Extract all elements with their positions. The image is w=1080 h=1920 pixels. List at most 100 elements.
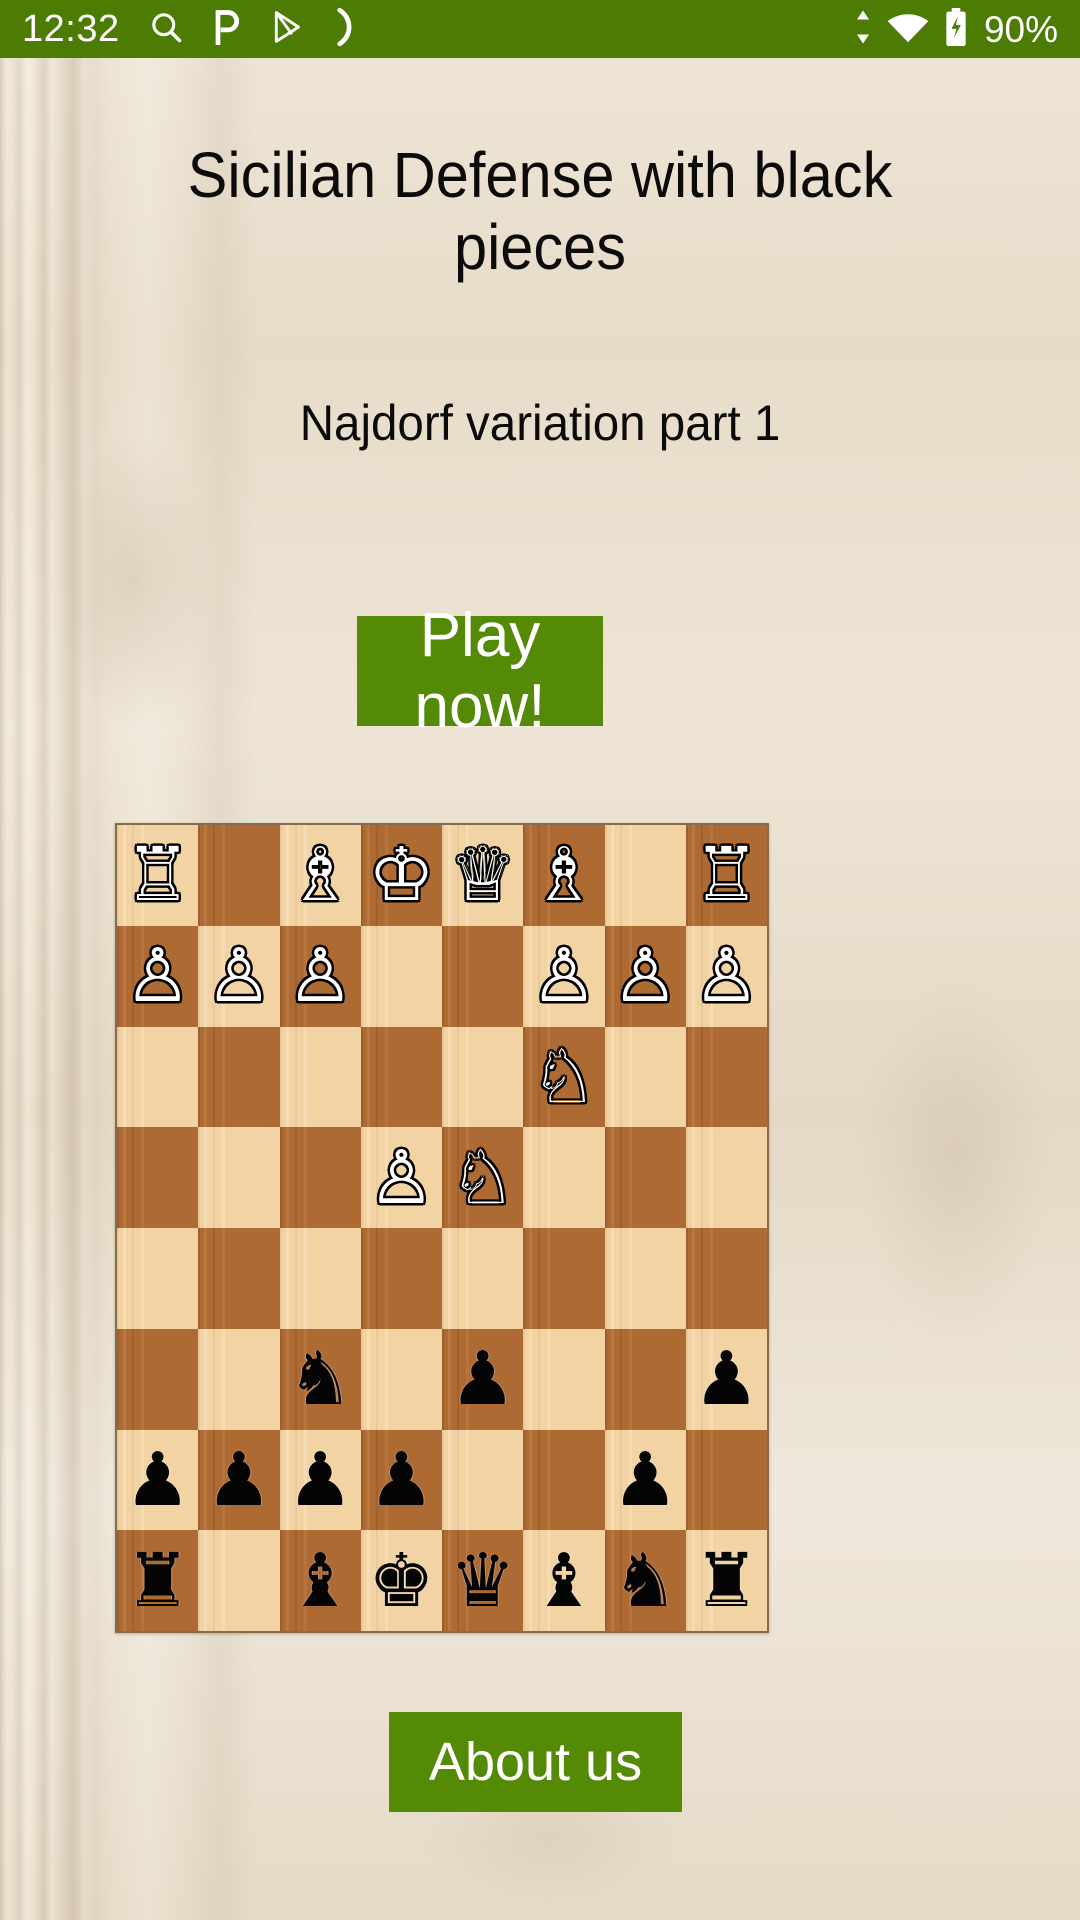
board-square-e7[interactable] — [442, 1429, 524, 1531]
board-square-g5[interactable] — [604, 1228, 686, 1329]
board-square-g1[interactable] — [604, 825, 686, 926]
board-square-b5[interactable] — [198, 1228, 280, 1329]
board-square-a7[interactable]: ♟ — [117, 1429, 199, 1531]
chess-piece-wN[interactable]: ♘ — [531, 1040, 597, 1114]
board-square-c8[interactable]: ♝ — [279, 1530, 361, 1631]
chess-piece-wK[interactable]: ♔ — [368, 838, 434, 912]
board-square-f6[interactable] — [523, 1328, 605, 1430]
board-square-h8[interactable]: ♜ — [685, 1530, 767, 1631]
board-square-d5[interactable] — [360, 1228, 442, 1329]
board-square-e1[interactable]: ♕ — [442, 825, 524, 926]
board-square-g4[interactable] — [604, 1127, 686, 1228]
board-square-b1[interactable] — [198, 825, 280, 926]
chess-piece-bR[interactable]: ♜ — [693, 1544, 759, 1618]
board-square-a3[interactable] — [117, 1026, 199, 1128]
chess-piece-wP[interactable]: ♙ — [124, 939, 190, 1013]
board-square-h6[interactable]: ♟ — [685, 1328, 767, 1430]
board-square-f4[interactable] — [523, 1127, 605, 1228]
board-square-h2[interactable]: ♙ — [685, 925, 767, 1027]
chess-piece-bN[interactable]: ♞ — [612, 1544, 678, 1618]
chess-piece-wP[interactable]: ♙ — [531, 939, 597, 1013]
page-subtitle: Najdorf variation part 1 — [299, 395, 781, 451]
chess-piece-bP[interactable]: ♟ — [693, 1342, 759, 1416]
board-square-d3[interactable] — [360, 1026, 442, 1128]
chess-piece-bR[interactable]: ♜ — [124, 1544, 190, 1618]
chess-piece-bP[interactable]: ♟ — [368, 1443, 434, 1517]
chess-piece-wN[interactable]: ♘ — [449, 1141, 515, 1215]
board-square-d2[interactable] — [360, 925, 442, 1027]
board-square-g6[interactable] — [604, 1328, 686, 1430]
board-square-a2[interactable]: ♙ — [117, 925, 199, 1027]
chess-piece-wR[interactable]: ♖ — [124, 838, 190, 912]
board-square-e5[interactable] — [442, 1228, 524, 1329]
board-square-b6[interactable] — [198, 1328, 280, 1430]
chess-piece-bP[interactable]: ♟ — [206, 1443, 272, 1517]
board-square-c4[interactable] — [279, 1127, 361, 1228]
chess-board[interactable]: ♖ ♗ ♔ ♕ ♗ ♖ ♙ ♙ ♙ ♙ ♙ ♙ ♘ ♙ ♘ ♞ ♟ ♟ ♟ ♟ ♟ ♟ ♟ ♜ ♝ ♚ ♛ ♝ ♞ ♜ — [115, 823, 769, 1633]
board-square-d6[interactable] — [360, 1328, 442, 1430]
board-square-c2[interactable]: ♙ — [279, 925, 361, 1027]
board-square-h5[interactable] — [685, 1228, 767, 1329]
board-square-h7[interactable] — [685, 1429, 767, 1531]
chess-piece-wP[interactable]: ♙ — [693, 939, 759, 1013]
board-square-f3[interactable]: ♘ — [523, 1026, 605, 1128]
chess-piece-wP[interactable]: ♙ — [206, 939, 272, 1013]
chess-piece-wB[interactable]: ♗ — [287, 838, 353, 912]
chess-piece-bK[interactable]: ♚ — [368, 1544, 434, 1618]
board-square-a4[interactable] — [117, 1127, 199, 1228]
chess-piece-wR[interactable]: ♖ — [693, 838, 759, 912]
board-square-b7[interactable]: ♟ — [198, 1429, 280, 1531]
board-square-a1[interactable]: ♖ — [117, 825, 199, 926]
chess-piece-wP[interactable]: ♙ — [368, 1141, 434, 1215]
board-square-a6[interactable] — [117, 1328, 199, 1430]
board-square-f1[interactable]: ♗ — [523, 825, 605, 926]
chess-piece-bP[interactable]: ♟ — [612, 1443, 678, 1517]
chess-piece-wQ[interactable]: ♕ — [449, 838, 515, 912]
board-square-a5[interactable] — [117, 1228, 199, 1329]
board-square-e2[interactable] — [442, 925, 524, 1027]
wifi-icon — [886, 9, 930, 50]
board-square-f8[interactable]: ♝ — [523, 1530, 605, 1631]
board-square-c1[interactable]: ♗ — [279, 825, 361, 926]
board-square-g8[interactable]: ♞ — [604, 1530, 686, 1631]
board-square-c6[interactable]: ♞ — [279, 1328, 361, 1430]
board-square-h4[interactable] — [685, 1127, 767, 1228]
board-square-c5[interactable] — [279, 1228, 361, 1329]
about-us-button[interactable]: About us — [389, 1712, 682, 1812]
chess-piece-bP[interactable]: ♟ — [124, 1443, 190, 1517]
board-square-b4[interactable] — [198, 1127, 280, 1228]
chess-piece-bQ[interactable]: ♛ — [449, 1544, 515, 1618]
board-square-e4[interactable]: ♘ — [442, 1127, 524, 1228]
chess-piece-bB[interactable]: ♝ — [287, 1544, 353, 1618]
board-square-g2[interactable]: ♙ — [604, 925, 686, 1027]
chess-piece-bP[interactable]: ♟ — [287, 1443, 353, 1517]
chess-piece-wB[interactable]: ♗ — [531, 838, 597, 912]
chess-piece-wP[interactable]: ♙ — [612, 939, 678, 1013]
board-square-d7[interactable]: ♟ — [360, 1429, 442, 1531]
chess-piece-bP[interactable]: ♟ — [449, 1342, 515, 1416]
chess-piece-wP[interactable]: ♙ — [287, 939, 353, 1013]
board-square-f2[interactable]: ♙ — [523, 925, 605, 1027]
board-square-h3[interactable] — [685, 1026, 767, 1128]
status-bar: 12:32 90% — [0, 0, 1080, 58]
board-square-d1[interactable]: ♔ — [360, 825, 442, 926]
board-square-a8[interactable]: ♜ — [117, 1530, 199, 1631]
board-square-c3[interactable] — [279, 1026, 361, 1128]
board-square-f7[interactable] — [523, 1429, 605, 1531]
board-square-b2[interactable]: ♙ — [198, 925, 280, 1027]
board-square-b3[interactable] — [198, 1026, 280, 1128]
play-now-button[interactable]: Play now! — [357, 601, 603, 741]
board-square-e3[interactable] — [442, 1026, 524, 1128]
board-square-e8[interactable]: ♛ — [442, 1530, 524, 1631]
chess-piece-bB[interactable]: ♝ — [531, 1544, 597, 1618]
board-square-h1[interactable]: ♖ — [685, 825, 767, 926]
board-square-e6[interactable]: ♟ — [442, 1328, 524, 1430]
board-square-g7[interactable]: ♟ — [604, 1429, 686, 1531]
board-square-g3[interactable] — [604, 1026, 686, 1128]
board-square-b8[interactable] — [198, 1530, 280, 1631]
board-square-d8[interactable]: ♚ — [360, 1530, 442, 1631]
board-square-d4[interactable]: ♙ — [360, 1127, 442, 1228]
chess-piece-bN[interactable]: ♞ — [287, 1342, 353, 1416]
board-square-c7[interactable]: ♟ — [279, 1429, 361, 1531]
board-square-f5[interactable] — [523, 1228, 605, 1329]
